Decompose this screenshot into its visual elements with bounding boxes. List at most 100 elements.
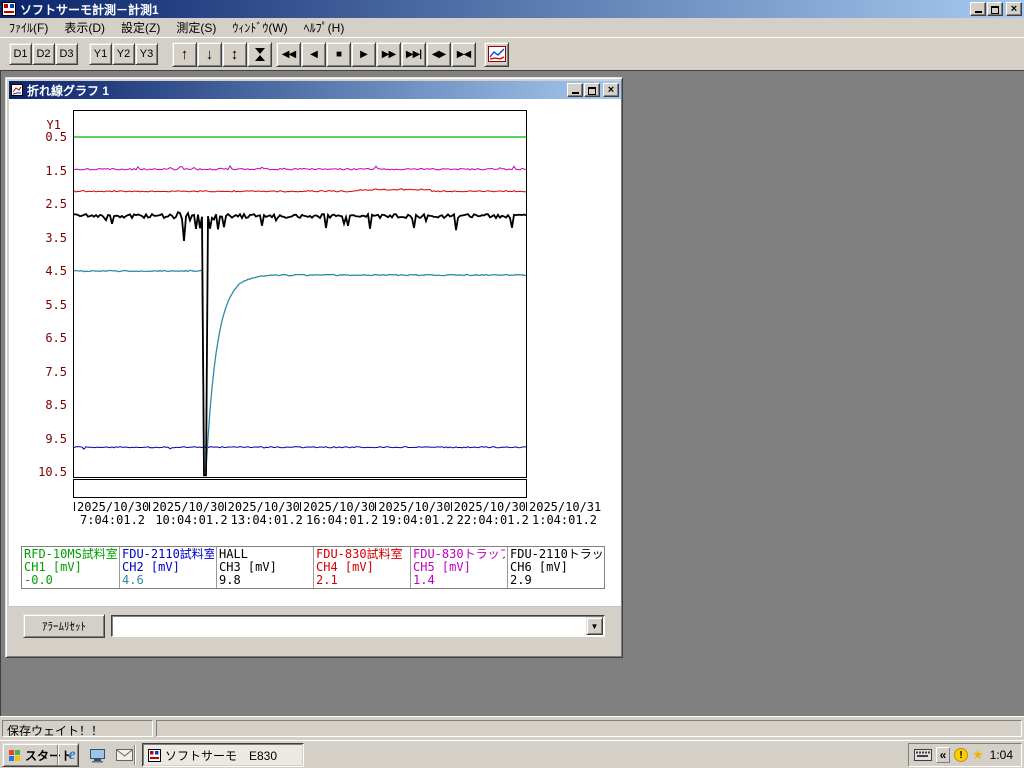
toolbar-fit-vertical-button[interactable]: ↕ [222, 42, 247, 67]
graph-close-button[interactable]: × [603, 83, 619, 97]
mail-icon[interactable] [114, 745, 134, 765]
legend-channel-label: CH1 [mV] [24, 561, 117, 574]
toolbar: D1D2D3Y1Y2Y3↑↓↕◀◀◀■▶▶▶▶▶|◀▶▶◀ [0, 37, 1024, 70]
legend-value: 2.1 [316, 574, 408, 587]
alarm-reset-button[interactable]: ｱﾗｰﾑﾘｾｯﾄ [23, 614, 105, 638]
taskbar: スタート e [0, 740, 1024, 768]
legend-value: -0.0 [24, 574, 117, 587]
mdi-workspace: 折れ線グラフ 1 × Y1 0.51.52.53.54.55.56.57.58.… [0, 70, 1024, 716]
toolbar-jump-latest-button[interactable]: ▶▶| [401, 42, 426, 67]
status-bar: 保存ウェイト！！ [0, 716, 1024, 738]
quick-launch: e [62, 745, 134, 765]
y-tick-label-2: 2.5 [45, 197, 67, 211]
alarm-combobox[interactable]: ▼ [111, 615, 605, 637]
legend-device-name: FDU-830トラップ [413, 548, 505, 561]
y-tick-label-10: 10.5 [38, 465, 67, 479]
legend-value: 2.9 [510, 574, 602, 587]
tick-mark [526, 502, 527, 511]
toolbar-d3-button[interactable]: D3 [55, 43, 78, 65]
desktop-monitor-icon [89, 748, 107, 763]
toolbar-y2-button[interactable]: Y2 [112, 43, 135, 65]
x-tick-4: 2025/10/3019:04:01.2 [375, 501, 453, 527]
toolbar-scroll-down-button[interactable]: ↓ [197, 42, 222, 67]
toolbar-compress-time-button[interactable]: ▶◀ [451, 42, 476, 67]
taskbar-clock[interactable]: 1:04 [990, 748, 1013, 762]
toolbar-fast-forward-button[interactable]: ▶▶ [376, 42, 401, 67]
toolbar-graph-button[interactable] [484, 42, 509, 67]
menu-item-2[interactable]: 設定(Z) [113, 17, 168, 39]
y-tick-label-7: 7.5 [45, 365, 67, 379]
x-tick-time: 10:04:01.2 [149, 514, 227, 527]
series-CH5 [74, 166, 526, 170]
main-window-titlebar[interactable]: ソフトサーモ計測－計測1 × [0, 0, 1024, 18]
hourglass-top [255, 48, 265, 54]
show-desktop-icon[interactable] [88, 745, 108, 765]
y-tick-label-3: 3.5 [45, 231, 67, 245]
y-tick-label-8: 8.5 [45, 398, 67, 412]
taskbar-app-button[interactable]: ソフトサーモ E830 [142, 743, 304, 767]
maximize-icon [991, 6, 999, 14]
exclamation-mark: ! [959, 750, 962, 761]
taskbar-divider [57, 745, 59, 765]
toolbar-forward-button[interactable]: ▶ [351, 42, 376, 67]
graph-minimize-button[interactable] [567, 83, 583, 97]
ie-glyph: e [68, 746, 75, 764]
graph-window-client: Y1 0.51.52.53.54.55.56.57.58.59.510.5 20… [9, 99, 621, 656]
menu-item-5[interactable]: ﾍﾙﾌﾟ(H) [296, 17, 353, 39]
legend-channel-3: HALLCH3 [mV]9.8 [216, 547, 313, 588]
x-axis-labels: 2025/10/307:04:01.22025/10/3010:04:01.22… [9, 501, 621, 531]
toolbar-expand-time-button[interactable]: ◀▶ [426, 42, 451, 67]
tick-mark [375, 502, 376, 511]
toolbar-back-button[interactable]: ◀ [301, 42, 326, 67]
y-tick-label-6: 6.5 [45, 331, 67, 345]
chart-canvas [74, 111, 526, 477]
chart-icon [488, 46, 506, 62]
minimize-button[interactable] [970, 2, 986, 16]
keyboard-icon[interactable] [914, 749, 932, 761]
series-CH3 [74, 447, 526, 450]
update-tray-icon[interactable]: ★ [972, 748, 984, 762]
x-tick-time: 13:04:01.2 [225, 514, 303, 527]
legend-value: 4.6 [122, 574, 214, 587]
x-tick-3: 2025/10/3016:04:01.2 [300, 501, 378, 527]
toolbar-scroll-up-button[interactable]: ↑ [172, 42, 197, 67]
alert-tray-icon[interactable]: ! [954, 748, 968, 762]
legend-channel-1: RFD-10MS試料室CH1 [mV]-0.0 [22, 547, 119, 588]
x-tick-1: 2025/10/3010:04:01.2 [149, 501, 227, 527]
graph-window-titlebar[interactable]: 折れ線グラフ 1 × [9, 81, 621, 99]
legend-device-name: RFD-10MS試料室 [24, 548, 117, 561]
alarm-panel: ｱﾗｰﾑﾘｾｯﾄ ▼ [9, 606, 621, 656]
close-button[interactable]: × [1006, 2, 1022, 16]
window-controls: × [970, 2, 1022, 16]
toolbar-d1-button[interactable]: D1 [9, 43, 32, 65]
y-tick-label-5: 5.5 [45, 298, 67, 312]
taskbar-divider [134, 745, 136, 765]
toolbar-stop-button[interactable]: ■ [326, 42, 351, 67]
y-tick-label-4: 4.5 [45, 264, 67, 278]
toolbar-wait-button[interactable] [247, 42, 272, 67]
app-icon [2, 2, 16, 16]
x-tick-2: 2025/10/3013:04:01.2 [225, 501, 303, 527]
close-icon: × [608, 84, 614, 96]
toolbar-y1-button[interactable]: Y1 [89, 43, 112, 65]
toolbar-fast-back-button[interactable]: ◀◀ [276, 42, 301, 67]
menu-item-0[interactable]: ﾌｧｲﾙ(F) [1, 17, 56, 39]
x-tick-time: 16:04:01.2 [300, 514, 378, 527]
toolbar-y3-button[interactable]: Y3 [135, 43, 158, 65]
combobox-dropdown-button[interactable]: ▼ [586, 617, 603, 635]
legend-channel-4: FDU-830試料室CH4 [mV]2.1 [313, 547, 410, 588]
menu-item-3[interactable]: 測定(S) [168, 17, 224, 39]
menu-item-1[interactable]: 表示(D) [56, 17, 113, 39]
tick-mark [300, 502, 301, 511]
menu-item-4[interactable]: ｳｨﾝﾄﾞｳ(W) [224, 17, 295, 39]
minimize-icon [975, 11, 982, 13]
maximize-button[interactable] [987, 2, 1003, 16]
internet-explorer-icon[interactable]: e [62, 745, 82, 765]
legend-channel-label: CH5 [mV] [413, 561, 505, 574]
toolbar-d2-button[interactable]: D2 [32, 43, 55, 65]
collapse-tray-button[interactable]: « [936, 747, 950, 763]
minimize-icon [572, 92, 579, 94]
legend-value: 9.8 [219, 574, 311, 587]
legend-channel-label: CH4 [mV] [316, 561, 408, 574]
graph-maximize-button[interactable] [584, 83, 600, 97]
